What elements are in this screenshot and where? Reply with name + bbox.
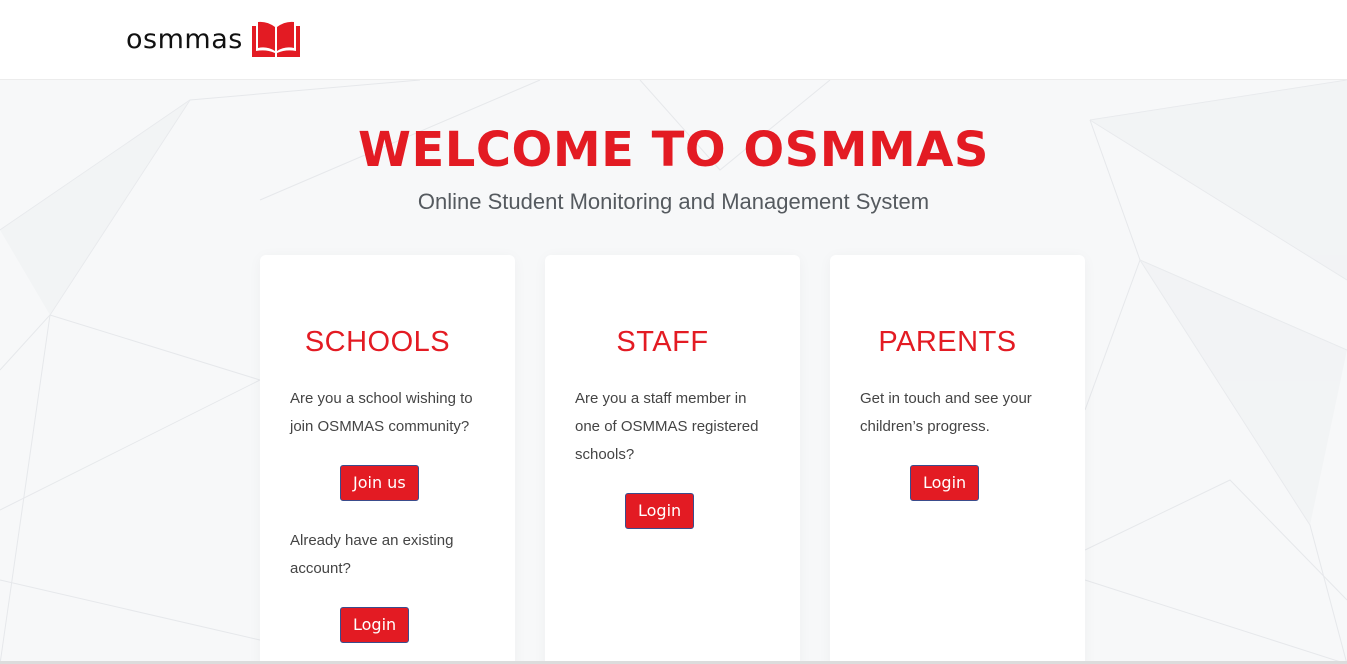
parents-card-title: PARENTS — [878, 326, 1017, 358]
join-us-button[interactable]: Join us — [340, 465, 419, 501]
top-header: osmmas — [0, 0, 1347, 80]
schools-card-title: SCHOOLS — [304, 326, 451, 358]
open-book-icon — [251, 21, 300, 57]
staff-card-title: STAFF — [616, 326, 709, 358]
staff-card-text: Are you a staff member in one of OSMMAS … — [575, 390, 759, 463]
schools-existing-account-text: Already have an existing account? — [290, 532, 454, 577]
schools-login-button[interactable]: Login — [340, 607, 410, 643]
staff-login-button[interactable]: Login — [625, 493, 695, 529]
logo-text: osmmas — [126, 23, 243, 55]
parents-login-button[interactable]: Login — [910, 465, 980, 501]
page-subtitle: Online Student Monitoring and Management… — [417, 189, 930, 214]
schools-card-text: Are you a school wishing to join OSMMAS … — [290, 390, 473, 435]
staff-card: STAFF Are you a staff member in one of O… — [545, 255, 800, 664]
parents-card-text: Get in touch and see your children’s pro… — [860, 390, 1032, 435]
hero-section: WELCOME TO OSMMAS Online Student Monitor… — [0, 80, 1347, 664]
parents-card: PARENTS Get in touch and see your childr… — [830, 255, 1085, 664]
schools-card: SCHOOLS Are you a school wishing to join… — [260, 255, 515, 664]
logo[interactable]: osmmas — [126, 20, 301, 58]
page-title: WELCOME TO OSMMAS — [358, 122, 989, 178]
